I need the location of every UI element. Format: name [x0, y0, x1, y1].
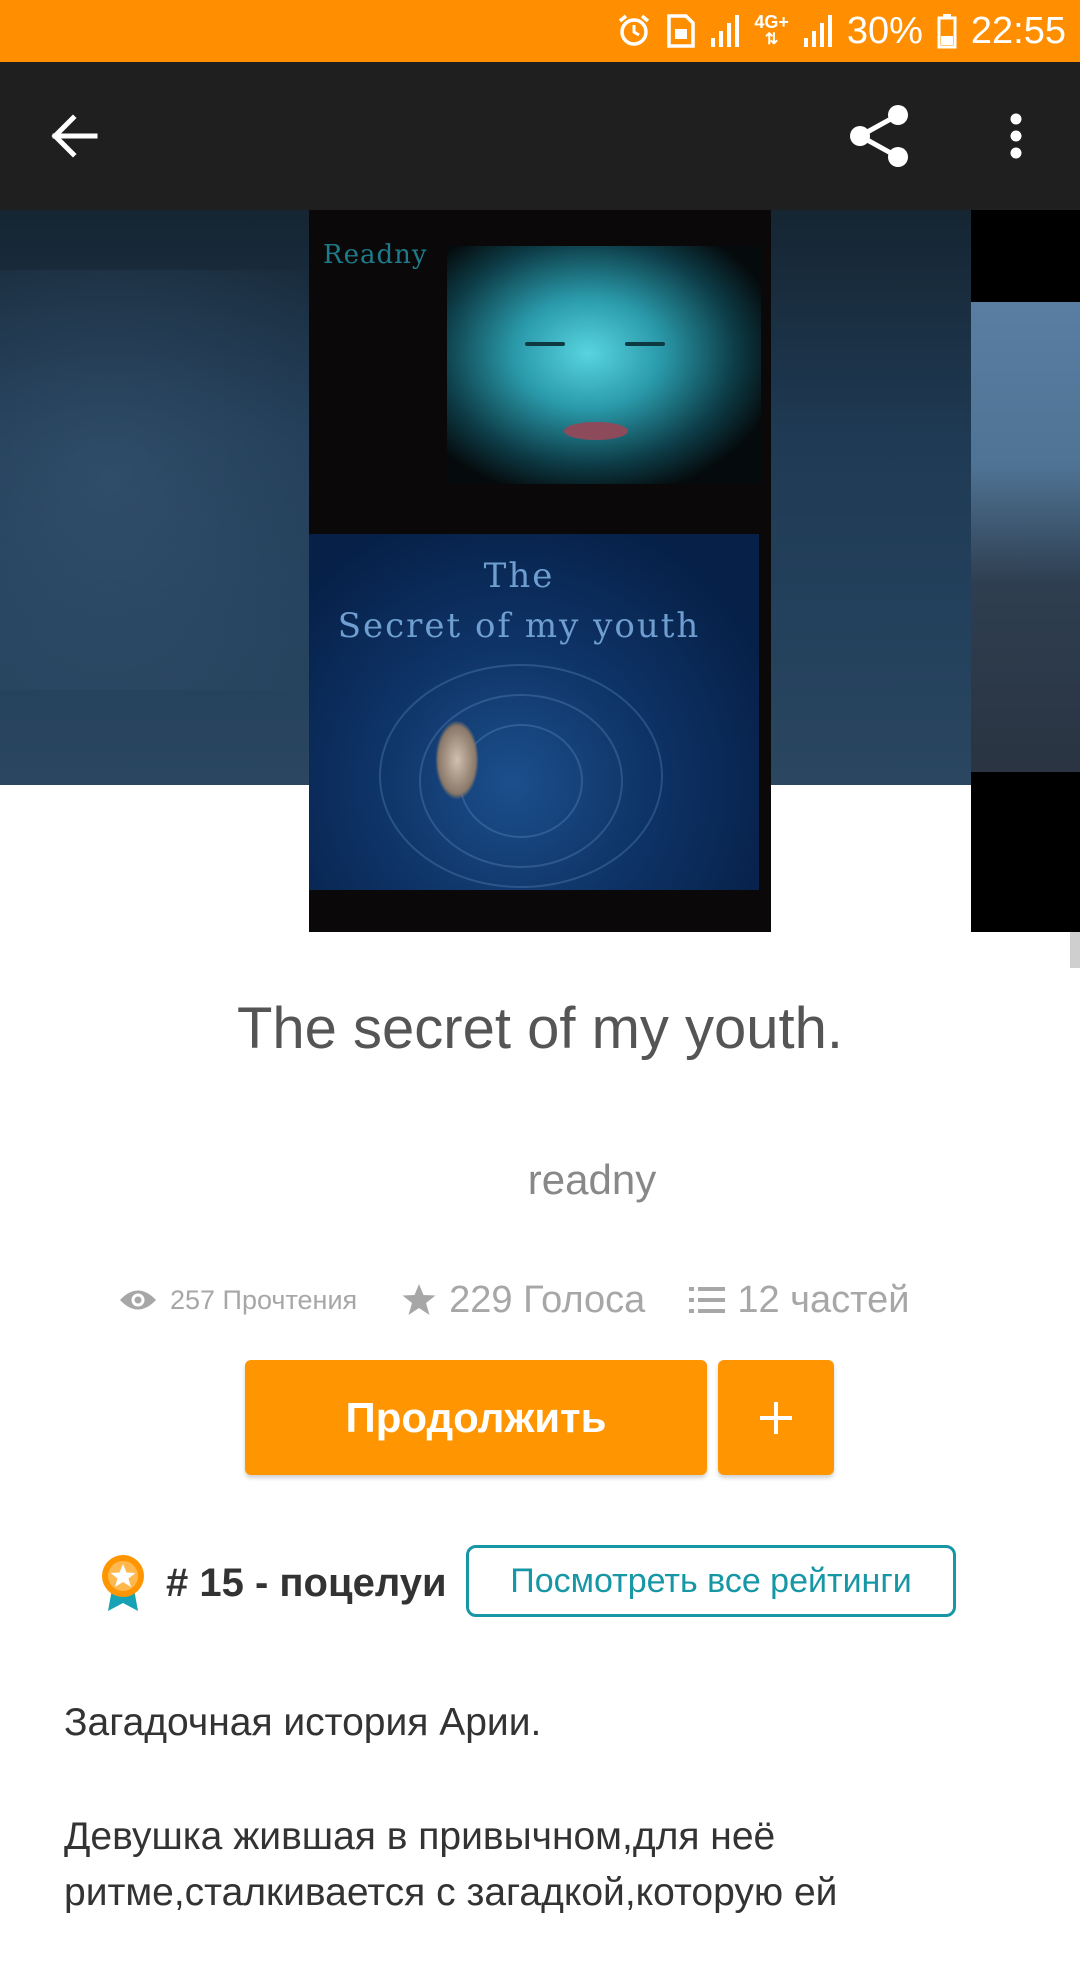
alarm-icon — [616, 13, 652, 49]
story-title: The secret of my youth. — [236, 996, 844, 1061]
battery-percent: 30% — [846, 9, 923, 52]
cover-figure — [435, 720, 479, 800]
view-all-rankings-button[interactable]: Посмотреть все рейтинги — [466, 1545, 956, 1617]
votes-count: 229 Голоса — [449, 1278, 646, 1321]
more-options-button[interactable] — [978, 98, 1054, 174]
continue-reading-button[interactable]: Продолжить — [245, 1360, 707, 1475]
add-to-library-button[interactable] — [718, 1360, 834, 1475]
network-4g-icon: 4G+ ⇅ — [754, 12, 789, 48]
back-button[interactable] — [36, 98, 112, 174]
award-ribbon-icon — [102, 1555, 144, 1611]
story-description: Загадочная история Арии. Девушка жившая … — [64, 1695, 1024, 1979]
reads-count: 257 Прочтения — [170, 1284, 358, 1315]
battery-icon — [937, 13, 957, 49]
cover-title-line1: The — [483, 556, 555, 596]
description-paragraph: Девушка жившая в привычном,для неё ритме… — [64, 1815, 838, 1914]
arrow-left-icon — [51, 114, 98, 158]
reads-stat: 257 Прочтения — [118, 1285, 357, 1316]
eye-icon — [120, 1290, 156, 1310]
share-button[interactable] — [841, 98, 917, 174]
plus-icon — [760, 1401, 792, 1434]
clock: 22:55 — [970, 9, 1066, 52]
sim-icon — [666, 13, 696, 49]
book-cover[interactable]: Readny The Secret of my youth — [309, 210, 771, 932]
toolbar — [0, 62, 1080, 210]
parts-count: 12 частей — [737, 1278, 910, 1321]
next-cover[interactable] — [971, 210, 1080, 932]
cover-face-image — [447, 246, 761, 484]
list-icon — [689, 1287, 726, 1313]
signal-icon — [803, 14, 833, 48]
description-paragraph: Загадочная история Арии. — [64, 1701, 542, 1744]
story-stats: 257 Прочтения 229 Голоса 12 частей — [118, 1270, 909, 1330]
ranking-label: # 15 - поцелуи — [166, 1560, 447, 1605]
parts-stat: 12 частей — [689, 1279, 909, 1322]
star-icon — [402, 1284, 436, 1315]
cover-brand: Readny — [323, 240, 428, 270]
ranking-badge: # 15 - поцелуи — [98, 1548, 447, 1618]
more-vertical-icon — [1010, 113, 1022, 159]
status-bar: 4G+ ⇅ 30% 22:55 — [0, 0, 1080, 62]
author-link[interactable]: readny — [0, 1156, 1080, 1204]
scrollbar[interactable] — [1070, 932, 1080, 968]
votes-stat: 229 Голоса — [401, 1279, 645, 1322]
network-label: 4G+ — [754, 12, 789, 32]
cover-title-line2: Secret of my youth — [337, 606, 701, 646]
share-icon — [850, 105, 908, 167]
signal-icon — [710, 14, 740, 48]
